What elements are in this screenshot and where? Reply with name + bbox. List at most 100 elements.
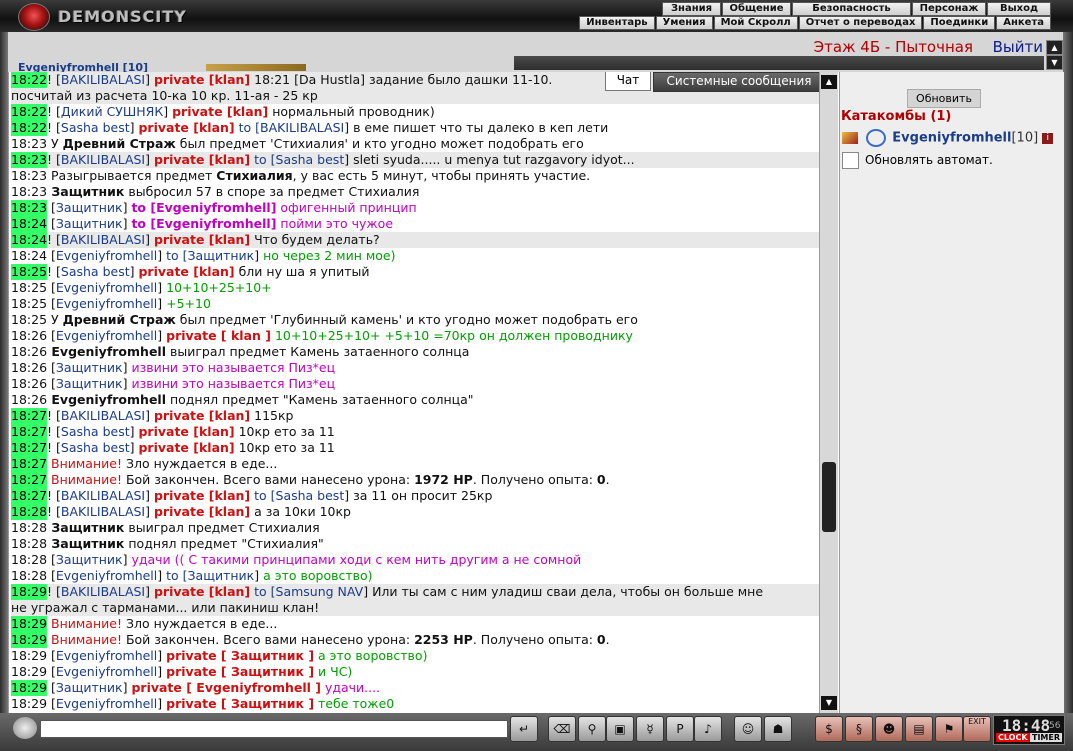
chat-nick[interactable]: Evgeniyfromhell [56,328,157,343]
chat-text: private [klan] [138,440,235,455]
chat-nick[interactable]: Sasha best [61,264,130,279]
chat-nick[interactable]: Защитник [56,216,123,231]
money-bag-icon[interactable]: $ [815,716,843,742]
chat-nick[interactable]: Sasha best [61,424,130,439]
chat-text: ! [ [47,488,61,503]
menu-character[interactable]: Персонаж [912,2,986,16]
chat-time: 18:25 [11,280,48,295]
chat-nick[interactable]: Защитник [188,568,255,583]
chat-time: 18:27 [11,408,48,424]
private-log-icon[interactable]: P [666,716,694,742]
chat-nick[interactable]: BAKILIBALASI [61,408,145,423]
chat-nick[interactable]: BAKILIBALASI [61,232,145,247]
menu-profile[interactable]: Анкета [996,16,1051,30]
chat-nick[interactable]: Evgeniyfromhell [56,648,157,663]
gift-icon[interactable]: ▤ [905,716,933,742]
chat-text: private [klan] [153,504,251,519]
chat-scrollbar[interactable]: ▲ ▼ [819,72,838,713]
chat-nick[interactable]: Sasha best [61,440,130,455]
menu-duels[interactable]: Поединки [923,16,996,30]
clock-mode-button[interactable]: CLOCK [996,733,1030,742]
top-scroll-down-icon[interactable]: ▼ [1046,55,1063,70]
chat-text: ] sleti syuda..... u menya tut razgavory… [344,152,635,167]
menu-inventory[interactable]: Инвентарь [579,16,655,30]
chat-nick[interactable]: BAKILIBALASI [260,120,344,135]
chat-nick[interactable]: Защитник [56,376,123,391]
smile-icon[interactable]: ☺ [734,716,762,742]
chat-nick[interactable]: BAKILIBALASI [61,488,145,503]
menu-transfer-report[interactable]: Отчет о переводах [798,16,923,30]
timer-mode-button[interactable]: TIMER [1030,733,1063,742]
chat-nick[interactable]: Evgeniyfromhell [56,664,157,679]
auto-refresh-checkbox[interactable] [842,152,859,169]
auto-refresh-row: Обновлять автомат. [842,152,993,169]
chat-text: Что будем делать? [250,232,380,247]
chat-text: private [klan] [138,120,235,135]
chat-scroll-down-icon[interactable]: ▼ [821,696,837,710]
info-icon[interactable]: i [1042,132,1054,144]
exit-door-icon[interactable]: EXIT [963,716,991,742]
menu-exit[interactable]: Выход [987,2,1051,16]
chat-nick[interactable]: Evgeniyfromhell [56,248,157,263]
chat-nick[interactable]: Защитник [188,248,255,263]
eraser-icon[interactable]: ⌫ [548,716,576,742]
chat-nick[interactable]: Защитник [56,200,123,215]
tab-system-messages[interactable]: Системные сообщения [653,72,825,92]
chat-text: был предмет 'Стихиалия' и кто угодно мож… [175,136,584,151]
chat-nick[interactable]: Sasha best [276,152,345,167]
chat-scroll-thumb[interactable] [822,462,836,532]
chat-nick[interactable]: Дикий СУШНЯК [61,104,163,119]
chat-nick[interactable]: Evgeniyfromhell [56,696,157,711]
chat-text: to [ [131,200,157,215]
chat-nick[interactable]: Evgeniyfromhell [56,296,157,311]
chat-text: [ [47,216,56,231]
helmet-icon[interactable]: ☗ [764,716,792,742]
menu-skills[interactable]: Умения [655,16,713,30]
menu-security[interactable]: Безопасность [792,2,911,16]
chat-nick[interactable]: Sasha best [61,120,130,135]
chat-text: а это воровство) [314,648,428,663]
chat-nick[interactable]: Защитник [56,680,123,695]
flag-icon[interactable]: ⚑ [935,716,963,742]
send-icon[interactable]: ↵ [510,716,538,742]
chat-input[interactable] [40,720,508,738]
chat-nick[interactable]: Защитник [56,360,123,375]
hp-bar [206,64,306,71]
clan-badge-icon [866,129,887,147]
dancer-icon[interactable]: ☿ [636,716,664,742]
chat-nick[interactable]: Защитник [56,552,123,567]
chat-nick[interactable]: BAKILIBALASI [61,72,145,87]
menu-knowledge[interactable]: Знания [662,2,721,16]
filter-icon[interactable]: ⚲ [578,716,606,742]
chat-text: [ [47,328,56,343]
chat-scroll-up-icon[interactable]: ▲ [821,75,837,89]
chat-text: 2253 HP [414,632,473,647]
menu-my-scroll[interactable]: Мой Скролл [713,16,798,30]
chat-line: 18:29! [BAKILIBALASI] private [klan] to … [11,584,819,600]
clock-seconds: 56 [1049,721,1061,731]
top-scroll-up-icon[interactable]: ▲ [1046,40,1063,55]
chat-nick[interactable]: Sasha best [276,488,345,503]
tab-chat[interactable]: Чат [605,72,651,91]
chat-line: 18:27 Внимание! Зло нуждается в еде... [11,456,819,472]
chat-text: [ [47,568,56,583]
chat-text: private [ klan ] [166,328,271,343]
scroll-icon[interactable]: § [845,716,873,742]
mask-icon[interactable]: ☻ [875,716,903,742]
menu-communication[interactable]: Общение [722,2,791,16]
chat-nick[interactable]: BAKILIBALASI [61,152,145,167]
chat-text: private [ Защитник ] [166,664,315,679]
player-name[interactable]: Evgeniyfromhell [892,131,1011,146]
chat-text: Защитник [47,184,125,199]
chat-nick[interactable]: Samsung NAV [276,584,364,599]
sound-icon[interactable]: ♪ [694,716,722,742]
save-icon[interactable]: ▣ [606,716,634,742]
chat-nick[interactable]: BAKILIBALASI [61,504,145,519]
chat-nick[interactable]: Evgeniyfromhell [56,568,157,583]
chat-text: выбросил 57 в споре за предмет Стихиалия [124,184,420,199]
refresh-button[interactable]: Обновить [907,89,981,108]
exit-link[interactable]: Выйти [993,38,1043,56]
speaker-head-icon[interactable] [13,717,37,739]
chat-nick[interactable]: BAKILIBALASI [61,584,145,599]
chat-nick[interactable]: Evgeniyfromhell [56,280,157,295]
